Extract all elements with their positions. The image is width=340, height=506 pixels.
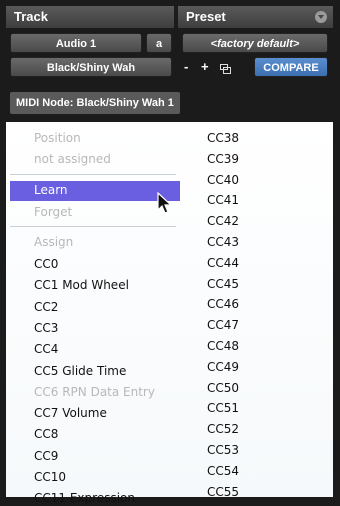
- menu-learn-item[interactable]: Learn: [34, 182, 68, 198]
- preset-name-label: <factory default>: [210, 38, 300, 50]
- track-header-label: Track: [14, 9, 48, 24]
- menu-assign-header: Assign: [34, 235, 74, 249]
- cc-item[interactable]: CC1 Mod Wheel: [34, 277, 129, 293]
- menu-separator: [10, 226, 176, 227]
- cc-item[interactable]: CC47: [207, 317, 239, 333]
- cc-item[interactable]: CC5 Glide Time: [34, 363, 126, 379]
- cc-item[interactable]: CC10: [34, 469, 66, 485]
- track-name-button[interactable]: Audio 1: [10, 33, 142, 53]
- menu-not-assigned: not assigned: [34, 152, 111, 166]
- menu-position-header: Position: [34, 131, 81, 145]
- cc-item[interactable]: CC43: [207, 234, 239, 250]
- cc-item[interactable]: CC41: [207, 192, 239, 208]
- cc-item[interactable]: CC3: [34, 320, 58, 336]
- cc-item[interactable]: CC54: [207, 463, 239, 479]
- cc-item[interactable]: CC0: [34, 256, 58, 272]
- cc-item[interactable]: CC39: [207, 151, 239, 167]
- cc-item[interactable]: CC45: [207, 276, 239, 292]
- compare-label: COMPARE: [263, 62, 319, 74]
- cc-item[interactable]: CC2: [34, 299, 58, 315]
- preset-header: Preset: [178, 6, 333, 28]
- track-name-label: Audio 1: [55, 38, 97, 50]
- cc-item[interactable]: CC49: [207, 359, 239, 375]
- menu-forget-item[interactable]: Forget: [34, 204, 72, 220]
- cc-item[interactable]: CC55: [207, 484, 239, 500]
- compare-button[interactable]: COMPARE: [254, 57, 328, 77]
- plugin-name-label: Black/Shiny Wah: [46, 62, 136, 74]
- plugin-panel: Track Preset Audio 1 a Black/Shiny Wah <…: [0, 0, 340, 505]
- preset-plus-label: +: [201, 59, 209, 74]
- plugin-name-button[interactable]: Black/Shiny Wah: [10, 57, 172, 77]
- midi-node-label: MIDI Node: Black/Shiny Wah 1: [10, 92, 180, 114]
- cc-item[interactable]: CC53: [207, 442, 239, 458]
- cc-item[interactable]: CC11 Expression: [34, 490, 135, 506]
- cc-item[interactable]: CC42: [207, 213, 239, 229]
- cc-item[interactable]: CC44: [207, 255, 239, 271]
- cc-item[interactable]: CC8: [34, 426, 58, 442]
- cc-item[interactable]: CC4: [34, 341, 58, 357]
- cc-item[interactable]: CC7 Volume: [34, 405, 107, 421]
- cc-item[interactable]: CC9: [34, 448, 58, 464]
- preset-menu-icon[interactable]: [315, 11, 327, 23]
- cc-item[interactable]: CC52: [207, 421, 239, 437]
- cc-item[interactable]: CC50: [207, 380, 239, 396]
- cc-item[interactable]: CC46: [207, 296, 239, 312]
- cc-item[interactable]: CC48: [207, 338, 239, 354]
- preset-header-label: Preset: [186, 9, 226, 24]
- preset-plus-button[interactable]: +: [201, 57, 209, 77]
- preset-name-button[interactable]: <factory default>: [182, 33, 328, 53]
- preset-minus-label: -: [184, 59, 189, 74]
- cc-item[interactable]: CC40: [207, 172, 239, 188]
- mouse-pointer-icon: [156, 191, 176, 216]
- track-header: Track: [6, 6, 174, 28]
- cc-item[interactable]: CC51: [207, 400, 239, 416]
- track-select-button[interactable]: a: [146, 33, 172, 53]
- cc-item[interactable]: CC38: [207, 130, 239, 146]
- menu-separator: [10, 174, 176, 175]
- copy-settings-icon[interactable]: [220, 61, 231, 74]
- preset-minus-button[interactable]: -: [184, 57, 188, 77]
- cc-item[interactable]: CC6 RPN Data Entry: [34, 384, 155, 400]
- track-select-label: a: [155, 38, 163, 50]
